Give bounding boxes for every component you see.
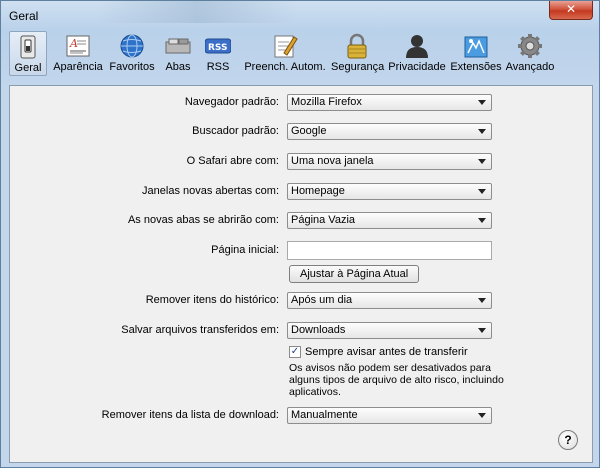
help-button[interactable]: ?	[558, 430, 578, 450]
tab-label: Aparência	[53, 61, 103, 73]
chevron-down-icon	[478, 100, 486, 105]
homepage-field[interactable]	[287, 241, 492, 260]
new-windows-label: Janelas novas abertas com:	[142, 185, 279, 197]
tab-favoritos[interactable]: Favoritos	[108, 31, 156, 76]
title-bar-blur	[97, 1, 297, 23]
tab-geral[interactable]: Geral	[9, 31, 47, 76]
default-browser-label: Navegador padrão:	[184, 96, 279, 108]
history-removal-select[interactable]: Após um dia	[287, 292, 492, 309]
warning-note: Os avisos não podem ser desativados para…	[289, 362, 504, 398]
tab-label: Avançado	[505, 61, 555, 73]
default-browser-select[interactable]: Mozilla Firefox	[287, 94, 492, 111]
tab-preenchimento[interactable]: Preench. Autom.	[243, 31, 327, 76]
preferences-window: Geral ✕ Geral A Aparência Favoritos Abas…	[0, 0, 600, 468]
tab-label: Preench. Autom.	[244, 61, 326, 73]
tabs-icon	[165, 38, 191, 54]
tab-label: Favoritos	[109, 61, 155, 73]
always-ask-checkbox[interactable]: ✓	[289, 346, 301, 358]
safari-opens-select[interactable]: Uma nova janela	[287, 153, 492, 170]
tab-rss[interactable]: RSS RSS	[201, 31, 235, 76]
tab-label: Extensões	[450, 61, 502, 73]
chevron-down-icon	[478, 413, 486, 418]
font-icon: A	[66, 35, 90, 57]
lock-icon	[347, 33, 367, 59]
chevron-down-icon	[478, 328, 486, 333]
close-button[interactable]: ✕	[549, 1, 593, 20]
save-downloads-select[interactable]: Downloads	[287, 322, 492, 339]
window-title: Geral	[9, 9, 39, 23]
preferences-toolbar: Geral A Aparência Favoritos Abas RSS RSS…	[9, 31, 593, 79]
chevron-down-icon	[478, 218, 486, 223]
general-settings-panel: Navegador padrão: Mozilla Firefox Buscad…	[9, 85, 593, 463]
switch-icon	[20, 35, 36, 59]
homepage-label: Página inicial:	[211, 244, 279, 256]
pencil-icon	[274, 35, 298, 58]
history-removal-label: Remover itens do histórico:	[145, 294, 279, 306]
rss-icon: RSS	[205, 38, 231, 54]
gear-icon	[518, 34, 542, 58]
tab-label: Geral	[14, 62, 42, 74]
chevron-down-icon	[478, 159, 486, 164]
svg-text:RSS: RSS	[208, 43, 228, 53]
svg-text:A: A	[69, 37, 78, 50]
tab-label: Privacidade	[388, 61, 446, 73]
title-bar[interactable]: Geral ✕	[1, 1, 599, 29]
new-tabs-label: As novas abas se abrirão com:	[127, 214, 279, 226]
tab-seguranca[interactable]: Segurança	[331, 31, 385, 76]
always-ask-label: Sempre avisar antes de transferir	[305, 346, 468, 358]
new-tabs-select[interactable]: Página Vazia	[287, 212, 492, 229]
chevron-down-icon	[478, 298, 486, 303]
tab-privacidade[interactable]: Privacidade	[388, 31, 446, 76]
person-icon	[406, 35, 428, 58]
download-list-label: Remover itens da lista de download:	[101, 409, 279, 421]
globe-icon	[120, 34, 144, 58]
download-list-select[interactable]: Manualmente	[287, 407, 492, 424]
puzzle-icon	[464, 36, 488, 58]
tab-extensoes[interactable]: Extensões	[450, 31, 502, 76]
chevron-down-icon	[478, 129, 486, 134]
tab-avancado[interactable]: Avançado	[505, 31, 555, 76]
chevron-down-icon	[478, 189, 486, 194]
tab-label: Abas	[165, 61, 191, 73]
tab-aparencia[interactable]: A Aparência	[49, 31, 107, 76]
tab-label: RSS	[206, 61, 230, 73]
save-downloads-label: Salvar arquivos transferidos em:	[121, 324, 279, 336]
tab-label: Segurança	[331, 61, 385, 73]
set-current-page-button[interactable]: Ajustar à Página Atual	[289, 265, 420, 283]
default-search-select[interactable]: Google	[287, 123, 492, 140]
new-windows-select[interactable]: Homepage	[287, 183, 492, 200]
default-search-label: Buscador padrão:	[192, 125, 279, 137]
tab-abas[interactable]: Abas	[160, 31, 196, 76]
safari-opens-label: O Safari abre com:	[186, 155, 279, 167]
